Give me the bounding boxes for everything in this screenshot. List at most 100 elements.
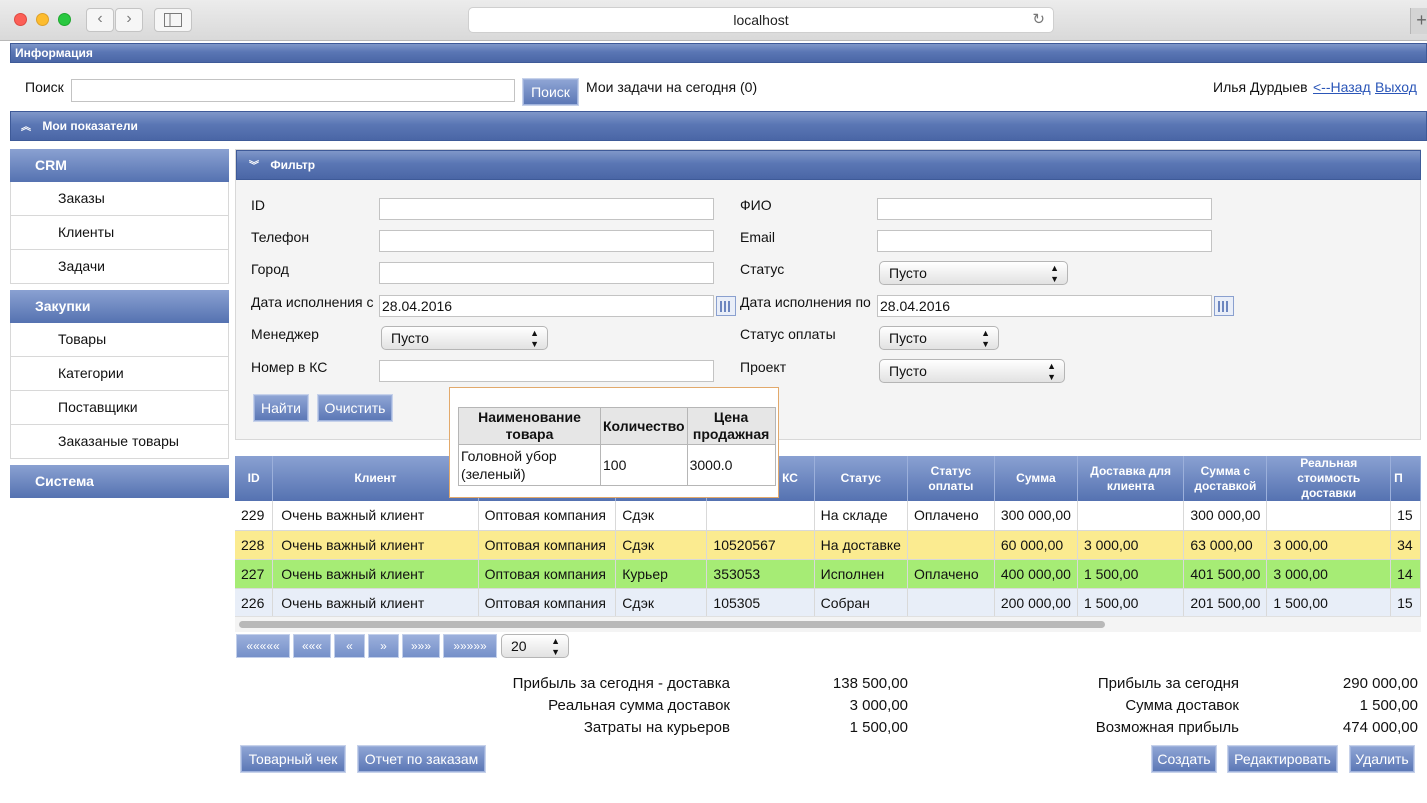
column-header[interactable]: Доставка для клиента xyxy=(1077,456,1185,501)
filter-phone-input[interactable] xyxy=(379,230,714,252)
cell-real-delivery: 1 500,00 xyxy=(1266,588,1392,618)
sidebar-item-products[interactable]: Товары xyxy=(10,323,229,357)
indicators-bar-title: Мои показатели xyxy=(42,119,138,133)
cell-client: Очень важный клиент xyxy=(272,501,479,531)
back-icon[interactable]: ‹ xyxy=(86,8,114,32)
select-arrows-icon: ▲ ▼ xyxy=(1047,361,1056,382)
filter-project-select[interactable]: Пусто ▲ ▼ xyxy=(879,359,1065,383)
filter-date-from-input[interactable] xyxy=(379,295,714,317)
calendar-icon[interactable] xyxy=(716,296,736,316)
cell-id: 229 xyxy=(235,501,274,531)
popup-header-row: Наименование товара Количество Цена прод… xyxy=(458,407,776,445)
close-window-icon[interactable] xyxy=(14,13,27,26)
info-bar: Информация xyxy=(10,43,1427,63)
clear-button[interactable]: Очистить xyxy=(317,394,393,422)
search-input[interactable] xyxy=(71,79,515,102)
address-bar[interactable]: localhost ↻ xyxy=(468,7,1054,33)
sidebar-section-system[interactable]: Система xyxy=(10,465,229,498)
filter-id-input[interactable] xyxy=(379,198,714,220)
popup-row: Головной убор (зеленый) 100 3000.0 xyxy=(458,444,776,486)
new-tab-icon[interactable]: + xyxy=(1410,8,1427,34)
cell-client: Очень важный клиент xyxy=(272,559,479,589)
filter-date-to-label: Дата исполнения по xyxy=(740,294,871,310)
table-row[interactable]: 229 Очень важный клиент Оптовая компания… xyxy=(235,501,1421,531)
sidebar-section-purchases[interactable]: Закупки xyxy=(10,290,229,323)
filter-project-label: Проект xyxy=(740,359,787,375)
sidebar-toggle-icon[interactable] xyxy=(154,8,192,32)
column-header[interactable]: Реальная стоимость доставки xyxy=(1266,456,1392,501)
cell-ks: 105305 xyxy=(706,588,815,618)
pager-last-button[interactable]: »»»»» xyxy=(443,634,497,658)
logout-link[interactable]: Выход xyxy=(1375,79,1417,95)
back-link[interactable]: <--Назад xyxy=(1313,79,1371,95)
sidebar-item-clients[interactable]: Клиенты xyxy=(10,216,229,250)
total-label: Прибыль за сегодня - доставка xyxy=(512,675,730,692)
receipt-button[interactable]: Товарный чек xyxy=(240,745,346,773)
cell-real-delivery xyxy=(1266,501,1392,531)
filter-email-input[interactable] xyxy=(877,230,1212,252)
pager-prev-many-button[interactable]: ««« xyxy=(293,634,331,658)
column-header[interactable]: Сумма с доставкой xyxy=(1183,456,1268,501)
indicators-bar[interactable]: ︽ Мои показатели xyxy=(10,111,1427,141)
pager-next-many-button[interactable]: »»» xyxy=(402,634,440,658)
info-bar-title: Информация xyxy=(15,46,93,60)
filter-pay-status-select[interactable]: Пусто ▲ ▼ xyxy=(879,326,999,350)
column-header[interactable]: П xyxy=(1390,456,1421,501)
search-button[interactable]: Поиск xyxy=(522,78,579,106)
cell-status: На доставке xyxy=(814,530,908,560)
total-value: 1 500,00 xyxy=(1359,697,1418,714)
column-header[interactable]: Статус xyxy=(814,456,908,501)
sidebar-item-tasks[interactable]: Задачи xyxy=(10,250,229,284)
page-size-select[interactable]: 20 ▲ ▼ xyxy=(501,634,569,658)
tasks-today-link[interactable]: Мои задачи на сегодня (0) xyxy=(586,79,757,95)
address-url: localhost xyxy=(733,12,789,28)
filter-city-label: Город xyxy=(251,261,289,277)
column-header[interactable]: Статус оплаты xyxy=(907,456,995,501)
pager-next-button[interactable]: » xyxy=(368,634,399,658)
filter-manager-label: Менеджер xyxy=(251,326,319,342)
minimize-window-icon[interactable] xyxy=(36,13,49,26)
find-button[interactable]: Найти xyxy=(253,394,309,422)
cell-sum: 200 000,00 xyxy=(994,588,1078,618)
column-header[interactable]: ID xyxy=(235,456,274,501)
filter-status-select[interactable]: Пусто ▲ ▼ xyxy=(879,261,1068,285)
filter-fio-input[interactable] xyxy=(877,198,1212,220)
total-label: Сумма доставок xyxy=(1125,697,1239,714)
horizontal-scrollbar[interactable] xyxy=(235,616,1421,630)
orders-report-button[interactable]: Отчет по заказам xyxy=(357,745,486,773)
create-button[interactable]: Создать xyxy=(1151,745,1217,773)
total-value: 138 500,00 xyxy=(832,675,908,692)
cell-status: Собран xyxy=(814,588,908,618)
pager-first-button[interactable]: ««««« xyxy=(236,634,290,658)
sidebar-item-categories[interactable]: Категории xyxy=(10,357,229,391)
filter-manager-select[interactable]: Пусто ▲ ▼ xyxy=(381,326,548,350)
popup-table: Наименование товара Количество Цена прод… xyxy=(458,407,776,486)
sidebar-item-suppliers[interactable]: Поставщики xyxy=(10,391,229,425)
total-value: 290 000,00 xyxy=(1342,675,1418,692)
sidebar-item-orders[interactable]: Заказы xyxy=(10,182,229,216)
filter-bar[interactable]: ︾ Фильтр xyxy=(236,150,1421,180)
table-row[interactable]: 226 Очень важный клиент Оптовая компания… xyxy=(235,588,1421,618)
delete-button[interactable]: Удалить xyxy=(1349,745,1415,773)
filter-city-input[interactable] xyxy=(379,262,714,284)
filter-ks-input[interactable] xyxy=(379,360,714,382)
sidebar-section-crm[interactable]: CRM xyxy=(10,149,229,182)
column-header[interactable]: Сумма xyxy=(994,456,1078,501)
edit-button[interactable]: Редактировать xyxy=(1227,745,1338,773)
scrollbar-thumb[interactable] xyxy=(239,621,1105,628)
reload-icon[interactable]: ↻ xyxy=(1032,8,1045,32)
page-size-value: 20 xyxy=(511,638,527,654)
filter-date-to-input[interactable] xyxy=(877,295,1212,317)
zoom-window-icon[interactable] xyxy=(58,13,71,26)
table-row[interactable]: 227 Очень важный клиент Оптовая компания… xyxy=(235,559,1421,589)
cell-delivery-client: 1 500,00 xyxy=(1077,559,1185,589)
calendar-icon[interactable] xyxy=(1214,296,1234,316)
table-row[interactable]: 228 Очень важный клиент Оптовая компания… xyxy=(235,530,1421,560)
forward-icon[interactable]: › xyxy=(115,8,143,32)
cell-real-delivery: 3 000,00 xyxy=(1266,559,1392,589)
pager-prev-button[interactable]: « xyxy=(334,634,365,658)
cell-delivery: Сдэк xyxy=(615,588,708,618)
column-header[interactable]: Клиент xyxy=(272,456,479,501)
filter-phone-label: Телефон xyxy=(251,229,310,245)
sidebar-item-ordered-products[interactable]: Заказаные товары xyxy=(10,425,229,459)
